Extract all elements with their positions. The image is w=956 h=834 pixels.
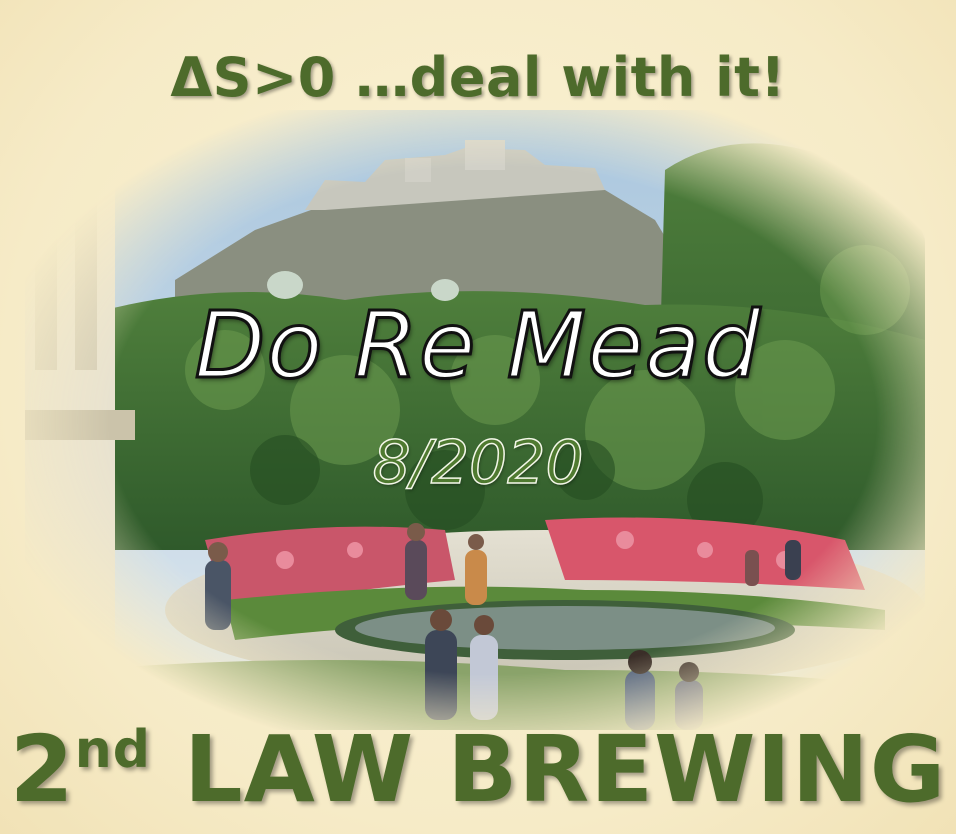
mead-label: ΔS>0 …deal with it! Do Re Mead 8/2020 2n… xyxy=(0,0,956,834)
tagline: ΔS>0 …deal with it! xyxy=(170,46,786,109)
product-title: Do Re Mead xyxy=(193,291,762,401)
garden-scene-picture xyxy=(25,110,925,730)
brand-rest: LAW BREWING xyxy=(151,716,947,823)
batch-date: 8/2020 xyxy=(372,427,585,499)
garden-scene-illustration xyxy=(25,110,925,730)
brand-ordinal-suffix: nd xyxy=(74,720,151,780)
brewery-name: 2nd LAW BREWING xyxy=(0,716,956,823)
brand-number: 2 xyxy=(9,716,75,823)
